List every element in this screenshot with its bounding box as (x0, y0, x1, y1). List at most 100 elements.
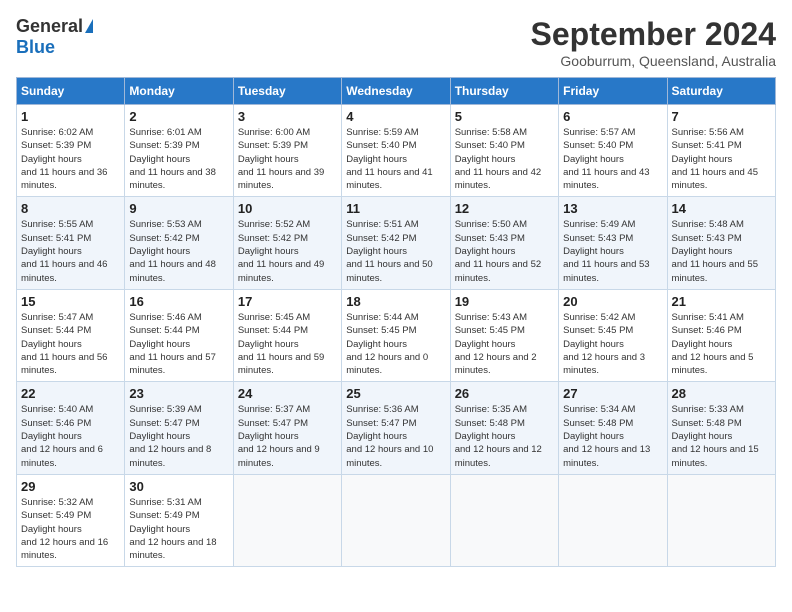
calendar-day-cell: 5 Sunrise: 5:58 AM Sunset: 5:40 PM Dayli… (450, 105, 558, 197)
weekday-header: Sunday (17, 78, 125, 105)
calendar-week-row: 22 Sunrise: 5:40 AM Sunset: 5:46 PM Dayl… (17, 382, 776, 474)
day-info: Sunrise: 5:47 AM Sunset: 5:44 PM Dayligh… (21, 311, 120, 377)
page-header: General Blue September 2024 Gooburrum, Q… (16, 16, 776, 69)
calendar-week-row: 8 Sunrise: 5:55 AM Sunset: 5:41 PM Dayli… (17, 197, 776, 289)
day-info: Sunrise: 5:51 AM Sunset: 5:42 PM Dayligh… (346, 218, 445, 284)
day-info: Sunrise: 5:40 AM Sunset: 5:46 PM Dayligh… (21, 403, 120, 469)
calendar-day-cell: 13 Sunrise: 5:49 AM Sunset: 5:43 PM Dayl… (559, 197, 667, 289)
calendar-day-cell: 23 Sunrise: 5:39 AM Sunset: 5:47 PM Dayl… (125, 382, 233, 474)
day-number: 5 (455, 109, 554, 124)
day-number: 2 (129, 109, 228, 124)
weekday-header: Wednesday (342, 78, 450, 105)
day-info: Sunrise: 5:50 AM Sunset: 5:43 PM Dayligh… (455, 218, 554, 284)
day-number: 25 (346, 386, 445, 401)
calendar-day-cell: 29 Sunrise: 5:32 AM Sunset: 5:49 PM Dayl… (17, 474, 125, 566)
calendar-day-cell: 6 Sunrise: 5:57 AM Sunset: 5:40 PM Dayli… (559, 105, 667, 197)
day-number: 16 (129, 294, 228, 309)
weekday-header: Monday (125, 78, 233, 105)
calendar-day-cell: 28 Sunrise: 5:33 AM Sunset: 5:48 PM Dayl… (667, 382, 775, 474)
calendar-subtitle: Gooburrum, Queensland, Australia (531, 53, 776, 69)
day-number: 22 (21, 386, 120, 401)
day-number: 10 (238, 201, 337, 216)
day-info: Sunrise: 5:55 AM Sunset: 5:41 PM Dayligh… (21, 218, 120, 284)
day-info: Sunrise: 5:44 AM Sunset: 5:45 PM Dayligh… (346, 311, 445, 377)
weekday-header: Friday (559, 78, 667, 105)
title-block: September 2024 Gooburrum, Queensland, Au… (531, 16, 776, 69)
day-info: Sunrise: 5:48 AM Sunset: 5:43 PM Dayligh… (672, 218, 771, 284)
day-number: 11 (346, 201, 445, 216)
day-number: 24 (238, 386, 337, 401)
day-info: Sunrise: 6:01 AM Sunset: 5:39 PM Dayligh… (129, 126, 228, 192)
calendar-day-cell: 20 Sunrise: 5:42 AM Sunset: 5:45 PM Dayl… (559, 289, 667, 381)
calendar-day-cell: 12 Sunrise: 5:50 AM Sunset: 5:43 PM Dayl… (450, 197, 558, 289)
day-info: Sunrise: 5:52 AM Sunset: 5:42 PM Dayligh… (238, 218, 337, 284)
day-number: 26 (455, 386, 554, 401)
calendar-day-cell (667, 474, 775, 566)
weekday-header: Thursday (450, 78, 558, 105)
day-number: 28 (672, 386, 771, 401)
day-number: 15 (21, 294, 120, 309)
day-info: Sunrise: 5:33 AM Sunset: 5:48 PM Dayligh… (672, 403, 771, 469)
logo-triangle-icon (85, 19, 93, 33)
calendar-day-cell: 25 Sunrise: 5:36 AM Sunset: 5:47 PM Dayl… (342, 382, 450, 474)
day-info: Sunrise: 5:41 AM Sunset: 5:46 PM Dayligh… (672, 311, 771, 377)
day-info: Sunrise: 5:42 AM Sunset: 5:45 PM Dayligh… (563, 311, 662, 377)
calendar-day-cell: 2 Sunrise: 6:01 AM Sunset: 5:39 PM Dayli… (125, 105, 233, 197)
day-number: 1 (21, 109, 120, 124)
day-info: Sunrise: 5:57 AM Sunset: 5:40 PM Dayligh… (563, 126, 662, 192)
day-number: 7 (672, 109, 771, 124)
day-number: 8 (21, 201, 120, 216)
calendar-day-cell (342, 474, 450, 566)
calendar-day-cell (559, 474, 667, 566)
day-info: Sunrise: 6:00 AM Sunset: 5:39 PM Dayligh… (238, 126, 337, 192)
logo: General Blue (16, 16, 93, 58)
day-number: 21 (672, 294, 771, 309)
day-info: Sunrise: 5:35 AM Sunset: 5:48 PM Dayligh… (455, 403, 554, 469)
calendar-day-cell: 14 Sunrise: 5:48 AM Sunset: 5:43 PM Dayl… (667, 197, 775, 289)
calendar-day-cell: 27 Sunrise: 5:34 AM Sunset: 5:48 PM Dayl… (559, 382, 667, 474)
day-number: 19 (455, 294, 554, 309)
calendar-header: SundayMondayTuesdayWednesdayThursdayFrid… (17, 78, 776, 105)
calendar-day-cell: 16 Sunrise: 5:46 AM Sunset: 5:44 PM Dayl… (125, 289, 233, 381)
day-info: Sunrise: 5:59 AM Sunset: 5:40 PM Dayligh… (346, 126, 445, 192)
calendar-day-cell: 1 Sunrise: 6:02 AM Sunset: 5:39 PM Dayli… (17, 105, 125, 197)
calendar-day-cell: 17 Sunrise: 5:45 AM Sunset: 5:44 PM Dayl… (233, 289, 341, 381)
day-number: 6 (563, 109, 662, 124)
day-number: 14 (672, 201, 771, 216)
day-number: 4 (346, 109, 445, 124)
day-number: 9 (129, 201, 228, 216)
weekday-header: Tuesday (233, 78, 341, 105)
calendar-day-cell: 15 Sunrise: 5:47 AM Sunset: 5:44 PM Dayl… (17, 289, 125, 381)
calendar-day-cell (233, 474, 341, 566)
calendar-day-cell: 30 Sunrise: 5:31 AM Sunset: 5:49 PM Dayl… (125, 474, 233, 566)
day-number: 27 (563, 386, 662, 401)
calendar-day-cell: 22 Sunrise: 5:40 AM Sunset: 5:46 PM Dayl… (17, 382, 125, 474)
day-number: 13 (563, 201, 662, 216)
day-info: Sunrise: 5:34 AM Sunset: 5:48 PM Dayligh… (563, 403, 662, 469)
calendar-day-cell: 7 Sunrise: 5:56 AM Sunset: 5:41 PM Dayli… (667, 105, 775, 197)
calendar-day-cell: 4 Sunrise: 5:59 AM Sunset: 5:40 PM Dayli… (342, 105, 450, 197)
day-info: Sunrise: 5:32 AM Sunset: 5:49 PM Dayligh… (21, 496, 120, 562)
day-info: Sunrise: 5:45 AM Sunset: 5:44 PM Dayligh… (238, 311, 337, 377)
calendar-day-cell: 3 Sunrise: 6:00 AM Sunset: 5:39 PM Dayli… (233, 105, 341, 197)
day-info: Sunrise: 5:56 AM Sunset: 5:41 PM Dayligh… (672, 126, 771, 192)
day-number: 29 (21, 479, 120, 494)
calendar-day-cell: 21 Sunrise: 5:41 AM Sunset: 5:46 PM Dayl… (667, 289, 775, 381)
day-number: 20 (563, 294, 662, 309)
weekday-header: Saturday (667, 78, 775, 105)
day-info: Sunrise: 5:53 AM Sunset: 5:42 PM Dayligh… (129, 218, 228, 284)
day-info: Sunrise: 5:31 AM Sunset: 5:49 PM Dayligh… (129, 496, 228, 562)
calendar-week-row: 1 Sunrise: 6:02 AM Sunset: 5:39 PM Dayli… (17, 105, 776, 197)
calendar-week-row: 29 Sunrise: 5:32 AM Sunset: 5:49 PM Dayl… (17, 474, 776, 566)
day-number: 23 (129, 386, 228, 401)
calendar-title: September 2024 (531, 16, 776, 53)
calendar-table: SundayMondayTuesdayWednesdayThursdayFrid… (16, 77, 776, 567)
day-number: 3 (238, 109, 337, 124)
day-number: 30 (129, 479, 228, 494)
day-info: Sunrise: 5:49 AM Sunset: 5:43 PM Dayligh… (563, 218, 662, 284)
calendar-day-cell (450, 474, 558, 566)
calendar-day-cell: 26 Sunrise: 5:35 AM Sunset: 5:48 PM Dayl… (450, 382, 558, 474)
day-info: Sunrise: 6:02 AM Sunset: 5:39 PM Dayligh… (21, 126, 120, 192)
calendar-day-cell: 19 Sunrise: 5:43 AM Sunset: 5:45 PM Dayl… (450, 289, 558, 381)
day-info: Sunrise: 5:46 AM Sunset: 5:44 PM Dayligh… (129, 311, 228, 377)
